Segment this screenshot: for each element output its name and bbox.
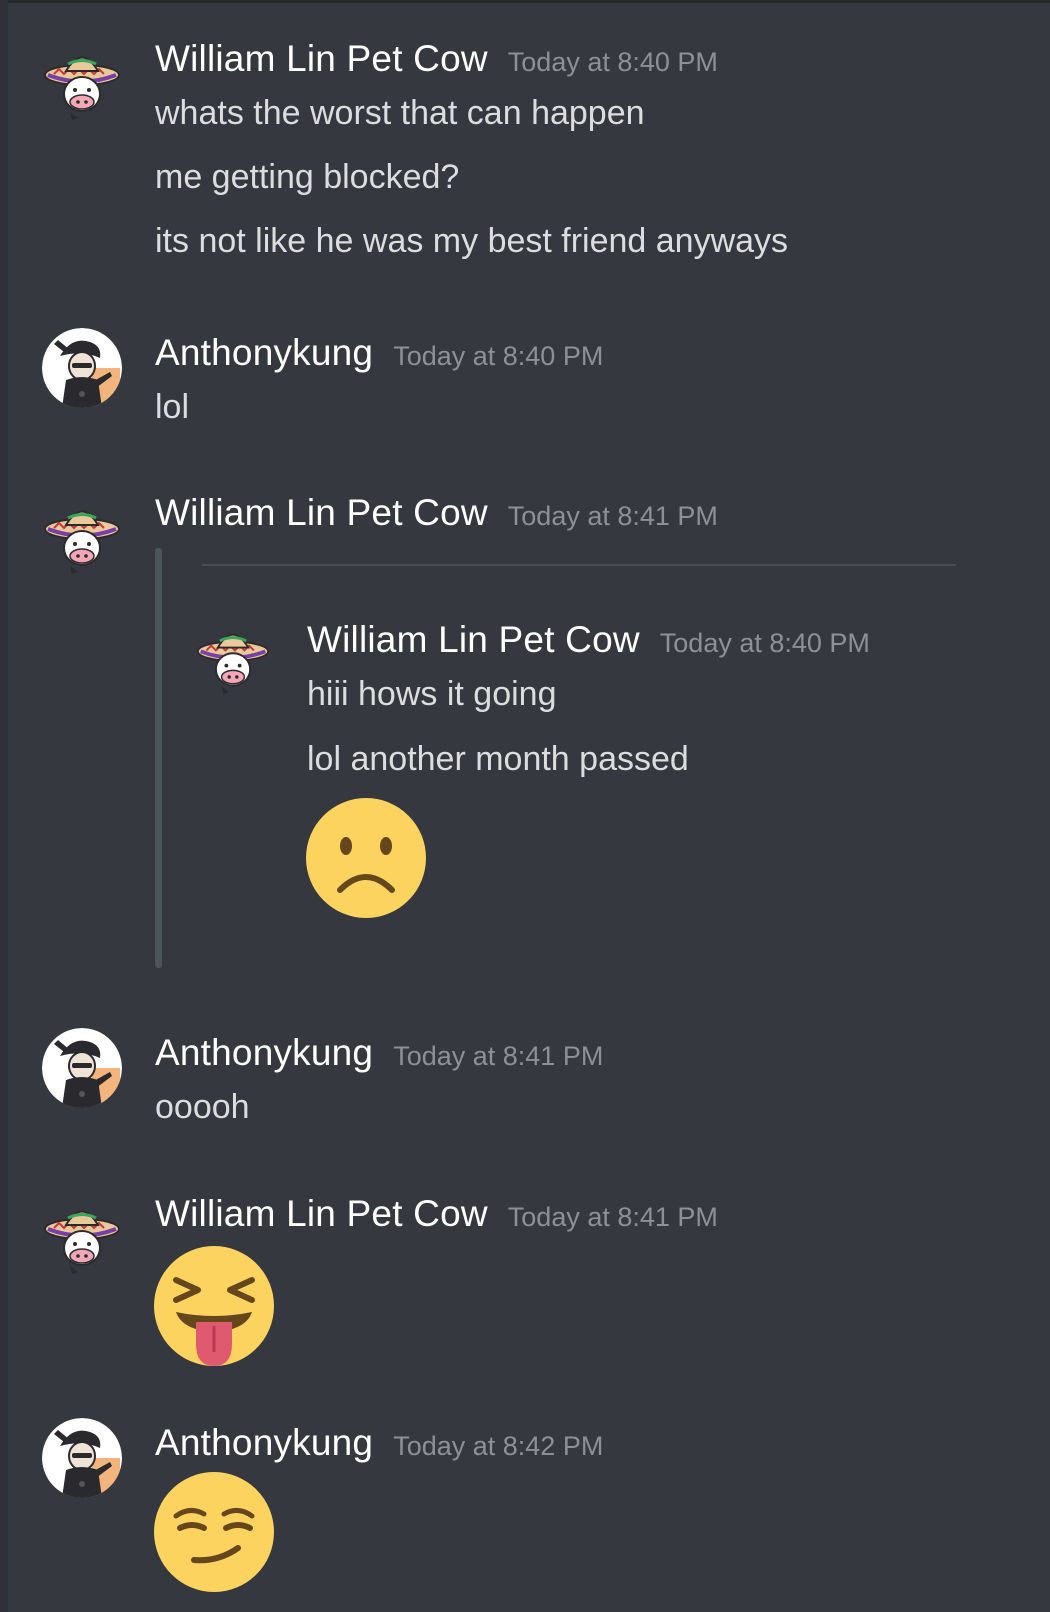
- frowning-face-emoji[interactable]: [306, 798, 426, 918]
- cow-sombrero-avatar[interactable]: [42, 42, 122, 122]
- message-timestamp[interactable]: Today at 8:42 PM: [393, 1431, 603, 1461]
- message-text: ooooh: [155, 1088, 250, 1126]
- quoted-text: lol another month passed: [307, 740, 689, 778]
- message-timestamp[interactable]: Today at 8:41 PM: [508, 501, 718, 531]
- dabbing-character-avatar[interactable]: [42, 1028, 122, 1108]
- quoted-timestamp[interactable]: Today at 8:40 PM: [660, 628, 870, 658]
- cow-sombrero-avatar[interactable]: [42, 1196, 122, 1276]
- quoted-text: hiii hows it going: [307, 675, 557, 713]
- squinting-tongue-face-emoji[interactable]: [154, 1246, 274, 1366]
- message-timestamp[interactable]: Today at 8:41 PM: [508, 1202, 718, 1232]
- dabbing-character-avatar[interactable]: [42, 328, 122, 408]
- quote-divider: [202, 564, 956, 566]
- cow-sombrero-avatar[interactable]: [195, 620, 271, 696]
- message-text: me getting blocked?: [155, 158, 460, 196]
- smirking-face-emoji[interactable]: [154, 1472, 274, 1592]
- cow-sombrero-avatar[interactable]: [42, 496, 122, 576]
- dabbing-character-avatar[interactable]: [42, 1418, 122, 1498]
- message-author[interactable]: William Lin Pet Cow: [155, 492, 488, 533]
- message-author[interactable]: Anthonykung: [155, 1032, 373, 1073]
- message-author[interactable]: William Lin Pet Cow: [155, 38, 488, 79]
- quoted-author[interactable]: William Lin Pet Cow: [307, 619, 640, 660]
- message-author[interactable]: Anthonykung: [155, 1422, 373, 1463]
- top-border: [8, 0, 1050, 3]
- quote-bar: [155, 548, 162, 968]
- left-sidebar-edge: [0, 0, 8, 1612]
- message-text: lol: [155, 388, 190, 426]
- message-author[interactable]: Anthonykung: [155, 332, 373, 373]
- message-text: whats the worst that can happen: [155, 94, 645, 132]
- message-timestamp[interactable]: Today at 8:40 PM: [393, 341, 603, 371]
- message-timestamp[interactable]: Today at 8:40 PM: [508, 47, 718, 77]
- message-timestamp[interactable]: Today at 8:41 PM: [393, 1041, 603, 1071]
- message-text: its not like he was my best friend anywa…: [155, 222, 789, 260]
- message-author[interactable]: William Lin Pet Cow: [155, 1193, 488, 1234]
